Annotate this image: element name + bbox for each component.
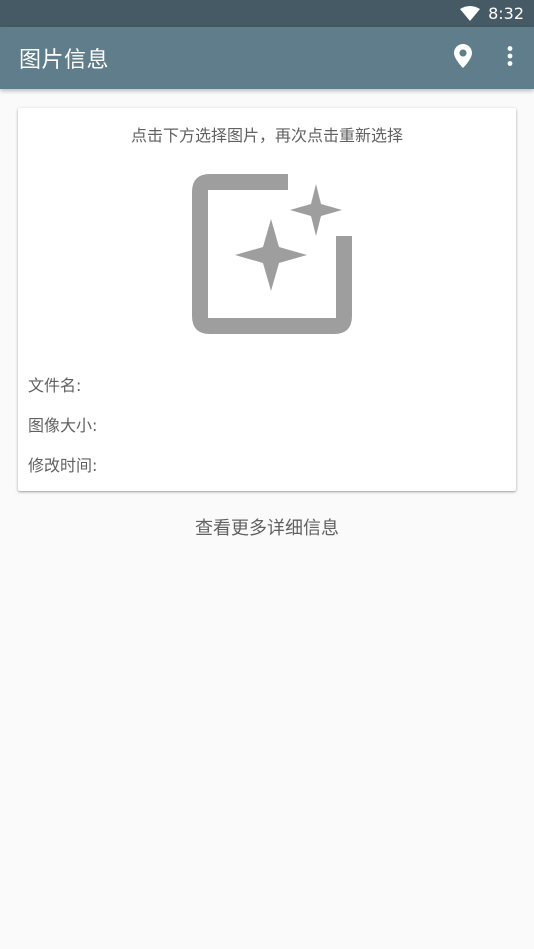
status-time: 8:32 (488, 4, 524, 23)
location-pin-icon (454, 44, 472, 72)
wifi-icon (460, 5, 481, 22)
app-bar: 图片信息 (0, 27, 534, 89)
more-vert-icon (507, 46, 513, 70)
location-button[interactable] (443, 27, 483, 89)
page-title: 图片信息 (19, 48, 110, 73)
more-options-button[interactable] (490, 27, 530, 89)
select-image-hint: 点击下方选择图片，再次点击重新选择 (130, 126, 403, 145)
file-name-label: 文件名: (28, 376, 82, 395)
image-picker-card[interactable]: 点击下方选择图片，再次点击重新选择 文件名: 图像大小: 修改时间: (18, 108, 516, 491)
more-details-link[interactable]: 查看更多详细信息 (0, 514, 534, 540)
image-placeholder[interactable] (188, 172, 356, 340)
status-bar: 8:32 (0, 0, 534, 27)
modified-time-label: 修改时间: (28, 456, 98, 475)
image-size-label: 图像大小: (28, 416, 98, 435)
auto-awesome-image-icon (188, 174, 356, 344)
